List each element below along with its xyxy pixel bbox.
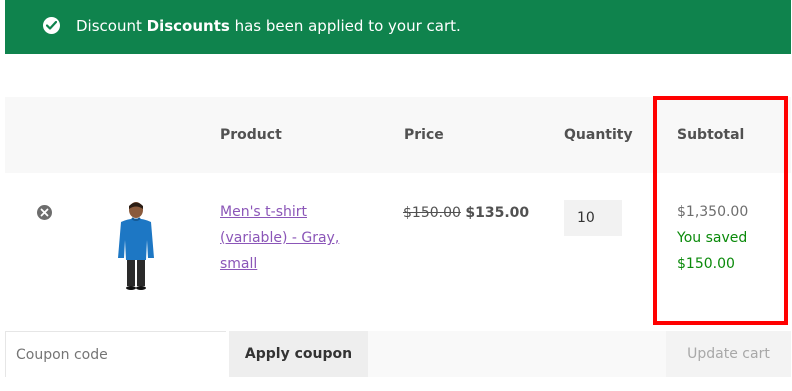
saved-amount: $150.00: [677, 256, 735, 272]
header-quantity: Quantity: [564, 127, 633, 143]
cart-notice-banner: Discount Discounts has been applied to y…: [5, 0, 791, 54]
header-product: Product: [220, 127, 282, 143]
cart-table-header: [5, 97, 791, 173]
saved-label: You saved: [677, 230, 748, 246]
apply-coupon-button[interactable]: Apply coupon: [229, 331, 368, 377]
coupon-code-input[interactable]: [5, 331, 226, 377]
cart-actions-strip: [368, 331, 666, 377]
header-price: Price: [404, 127, 444, 143]
header-subtotal: Subtotal: [677, 127, 745, 143]
quantity-input[interactable]: [564, 200, 622, 236]
product-thumbnail[interactable]: [112, 200, 164, 290]
subtotal-amount: $1,350.00: [677, 204, 749, 220]
original-price: $150.00: [403, 205, 461, 221]
item-subtotal: $1,350.00 You saved $150.00: [677, 199, 748, 277]
check-circle-icon: [43, 17, 60, 34]
product-name-link[interactable]: Men's t-shirt (variable) - Gray, small: [220, 199, 360, 277]
item-price: $150.00 $135.00: [403, 205, 529, 221]
remove-item-icon[interactable]: [37, 205, 52, 220]
notice-message: Discount Discounts has been applied to y…: [76, 17, 461, 35]
sale-price: $135.00: [465, 205, 530, 221]
update-cart-button[interactable]: Update cart: [666, 331, 791, 377]
notice-coupon-name: Discounts: [146, 17, 230, 35]
